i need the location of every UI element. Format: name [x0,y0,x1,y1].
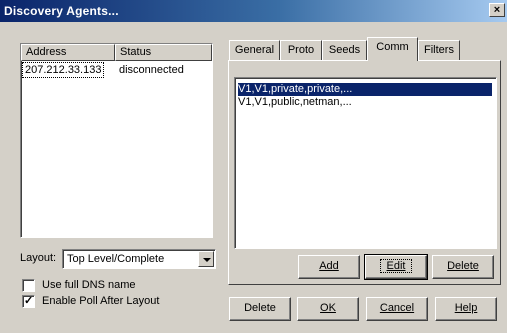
agent-status: disconnected [119,64,184,76]
layout-select[interactable]: Top Level/Complete [62,249,216,269]
use-full-dns-checkbox[interactable] [22,279,35,292]
edit-button[interactable]: Edit [364,254,428,280]
comm-list[interactable]: V1,V1,private,private,... V1,V1,public,n… [234,77,497,249]
agents-list[interactable]: Address Status 207.212.33.133 disconnect… [20,43,213,238]
delete-button[interactable]: Delete [229,297,291,321]
window-title: Discovery Agents... [4,4,119,18]
ok-button[interactable]: OK [297,297,359,321]
tab-comm[interactable]: Comm [367,37,418,61]
tab-general[interactable]: General [229,40,280,60]
column-header-address[interactable]: Address [21,44,115,61]
list-item[interactable]: V1,V1,public,netman,... [238,96,352,109]
use-full-dns-label: Use full DNS name [42,279,136,291]
checkmark-icon: ✓ [24,295,34,307]
layout-label: Layout: [20,252,57,264]
close-icon: × [493,4,501,16]
title-bar[interactable]: Discovery Agents... × [0,0,507,22]
table-row[interactable]: 207.212.33.133 disconnected [21,62,212,78]
help-button[interactable]: Help [435,297,497,321]
add-button[interactable]: Add [298,255,360,279]
enable-poll-label: Enable Poll After Layout [42,295,160,307]
tab-seeds[interactable]: Seeds [322,40,367,60]
layout-select-value: Top Level/Complete [67,253,165,265]
agents-list-header: Address Status [21,44,212,61]
column-header-status[interactable]: Status [115,44,212,61]
tab-filters[interactable]: Filters [418,40,460,60]
chevron-down-icon[interactable] [198,251,214,267]
cancel-button[interactable]: Cancel [366,297,428,321]
enable-poll-checkbox[interactable]: ✓ [22,295,35,308]
discovery-agents-dialog: Discovery Agents... × Address Status 207… [0,0,507,333]
close-button[interactable]: × [489,3,505,17]
list-item[interactable]: V1,V1,private,private,... [238,83,492,96]
delete-comm-button[interactable]: Delete [432,255,494,279]
tab-proto[interactable]: Proto [280,40,322,60]
agent-address: 207.212.33.133 [21,62,105,78]
